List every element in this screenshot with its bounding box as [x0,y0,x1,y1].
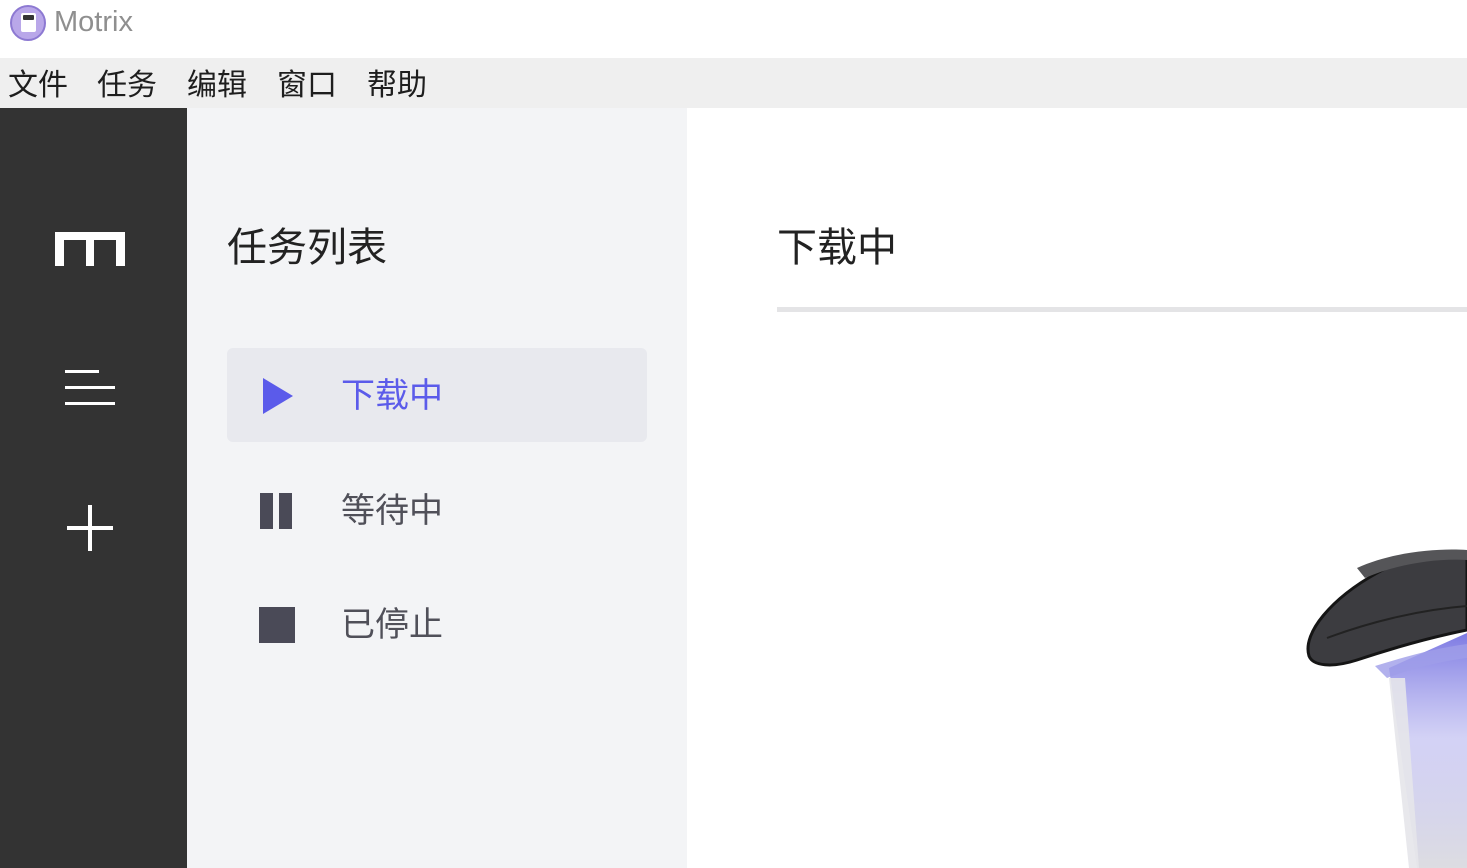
task-filter-waiting[interactable]: 等待中 [227,463,647,557]
menu-window[interactable]: 窗口 [277,66,337,106]
ufo-empty-illustration [1297,538,1467,868]
menu-bar: 文件 任务 编辑 窗口 帮助 [0,58,1467,108]
play-icon [257,376,297,416]
motrix-logo-icon[interactable] [50,220,130,276]
app-logo-icon [10,5,46,41]
pause-icon [257,491,297,531]
task-filter-active[interactable]: 下载中 [227,348,647,442]
main-title: 下载中 [777,225,897,271]
menu-file[interactable]: 文件 [8,66,68,106]
main-content: 下载中 [687,108,1467,868]
title-bar: Motrix [0,0,1467,58]
task-filter-label: 已停止 [341,605,443,645]
menu-task[interactable]: 任务 [97,66,157,106]
app-title: Motrix [54,6,133,38]
task-panel: 任务列表 下载中 等待中 已停止 [187,108,687,868]
add-task-icon[interactable] [50,500,130,556]
stop-icon [257,605,297,645]
menu-edit[interactable]: 编辑 [187,66,247,106]
task-filter-stopped[interactable]: 已停止 [227,577,647,671]
task-filter-label: 下载中 [341,376,443,416]
task-list-icon[interactable] [50,360,130,416]
title-divider [777,307,1467,312]
menu-help[interactable]: 帮助 [367,66,427,106]
task-filter-label: 等待中 [341,491,443,531]
panel-title: 任务列表 [227,225,387,271]
sidebar [0,108,187,868]
